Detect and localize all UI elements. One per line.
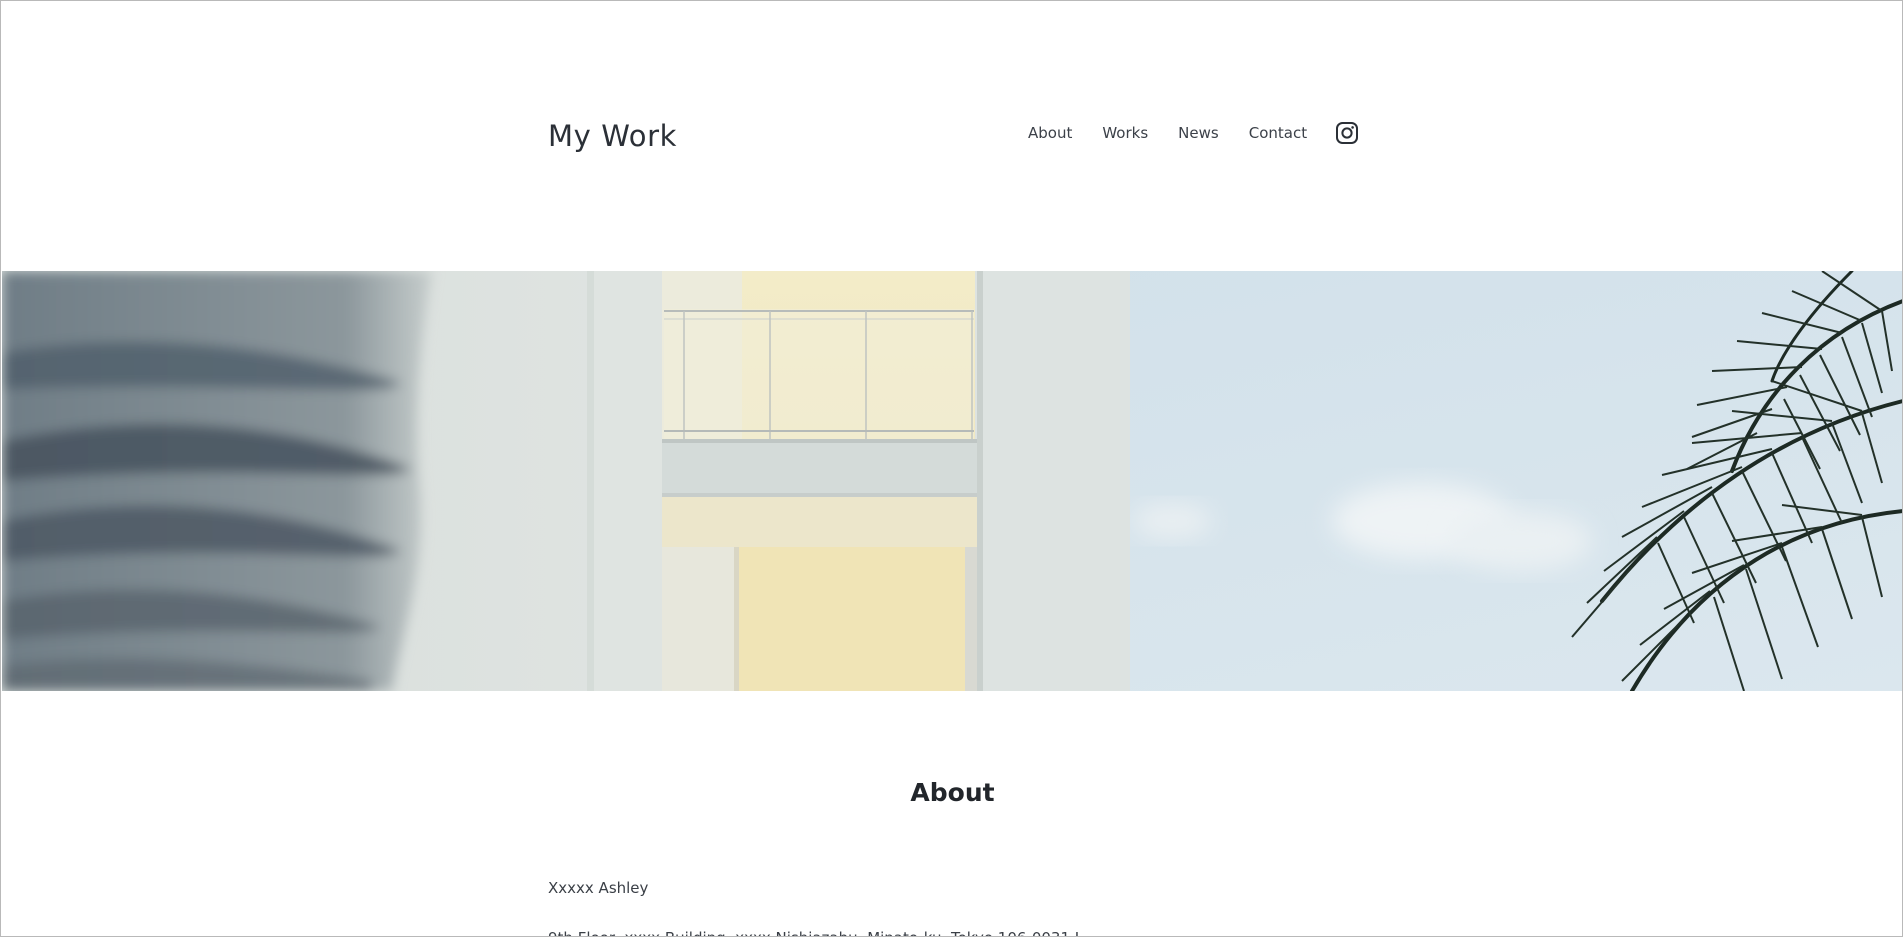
nav-item-news[interactable]: News <box>1178 124 1219 142</box>
instagram-icon[interactable] <box>1335 121 1359 145</box>
nav-item-works[interactable]: Works <box>1102 124 1148 142</box>
main-nav: About Works News Contact <box>1028 119 1359 147</box>
about-address: 9th Floor, xxxx Building, xxxx Nishiazab… <box>548 929 1079 936</box>
site-title[interactable]: My Work <box>548 118 677 154</box>
hero-image <box>2 271 1902 691</box>
about-name: Xxxxx Ashley <box>548 879 649 897</box>
nav-item-contact[interactable]: Contact <box>1249 124 1307 142</box>
nav-item-about[interactable]: About <box>1028 124 1072 142</box>
hero-photo <box>2 271 1902 691</box>
about-heading: About <box>910 778 995 807</box>
page-frame: My Work About Works News Contact About X… <box>0 0 1903 937</box>
